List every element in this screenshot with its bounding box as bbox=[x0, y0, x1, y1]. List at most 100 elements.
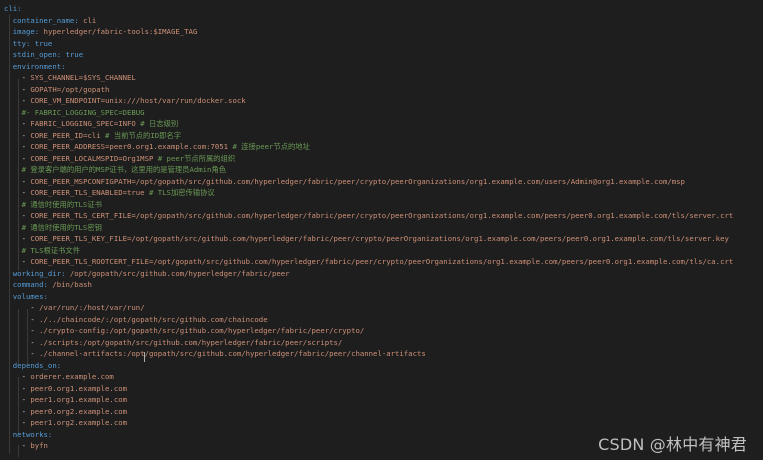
list-dash: - bbox=[4, 418, 31, 427]
yaml-value: hyperledger/fabric-tools:$IMAGE_TAG bbox=[39, 27, 198, 36]
yaml-comment: # 当前节点的ID即名字 bbox=[105, 130, 181, 140]
list-dash: - bbox=[4, 314, 40, 324]
yaml-key: working_dir: bbox=[4, 268, 66, 278]
code-line[interactable]: # 通信时使用的TLS密钥 bbox=[4, 222, 763, 234]
yaml-value: CORE_PEER_LOCALMSPID=Org1MSP bbox=[30, 153, 158, 163]
yaml-value: ./../chaincode/:/opt/gopath/src/github.c… bbox=[39, 314, 268, 324]
code-line[interactable]: # 登录客户端的用户的MSP证书，这里用的是管理员Admin角色 bbox=[4, 164, 763, 176]
yaml-key: tty: bbox=[4, 38, 31, 48]
list-dash: - bbox=[4, 372, 31, 381]
code-line[interactable]: - peer0.org1.example.com bbox=[4, 383, 763, 395]
yaml-value: CORE_PEER_ADDRESS=peer0.org1.example.com… bbox=[30, 142, 233, 151]
code-line[interactable]: - peer1.org2.example.com bbox=[4, 417, 763, 429]
yaml-key: volumes: bbox=[4, 291, 48, 301]
text-cursor bbox=[144, 352, 145, 362]
code-line[interactable]: cli: bbox=[4, 3, 763, 15]
yaml-value: SYS_CHANNEL=$SYS_CHANNEL bbox=[30, 73, 136, 82]
yaml-key: command: bbox=[4, 280, 48, 289]
code-line[interactable]: - peer0.org2.example.com bbox=[4, 406, 763, 418]
list-dash: - bbox=[4, 406, 31, 416]
yaml-value: CORE_VM_ENDPOINT=unix:///host/var/run/do… bbox=[30, 96, 246, 105]
code-line[interactable]: container_name: cli bbox=[4, 15, 763, 27]
code-line[interactable]: - CORE_PEER_MSPCONFIGPATH=/opt/gopath/sr… bbox=[4, 176, 763, 188]
code-line[interactable]: - CORE_PEER_TLS_ENABLED=true # TLS加密传输协议 bbox=[4, 187, 763, 199]
list-dash: - bbox=[4, 119, 31, 128]
yaml-value: CORE_PEER_MSPCONFIGPATH=/opt/gopath/src/… bbox=[30, 176, 685, 186]
list-dash: - bbox=[4, 130, 31, 140]
list-dash: - bbox=[4, 188, 31, 197]
code-line[interactable]: - CORE_PEER_ADDRESS=peer0.org1.example.c… bbox=[4, 141, 763, 153]
yaml-value: /var/run/:/host/var/run/ bbox=[39, 303, 145, 312]
code-line[interactable]: - CORE_PEER_LOCALMSPID=Org1MSP # peer节点所… bbox=[4, 153, 763, 165]
yaml-boolean: true bbox=[61, 50, 84, 59]
yaml-value: byfn bbox=[30, 441, 48, 450]
code-line[interactable]: - ./scripts:/opt/gopath/src/github.com/h… bbox=[4, 337, 763, 349]
code-line[interactable]: - CORE_PEER_TLS_KEY_FILE=/opt/gopath/src… bbox=[4, 233, 763, 245]
list-dash: - bbox=[4, 73, 31, 82]
yaml-key: cli: bbox=[4, 4, 22, 13]
code-line[interactable]: - ./channel-artifacts:/opt/gopath/src/gi… bbox=[4, 348, 763, 360]
code-line[interactable]: - /var/run/:/host/var/run/ bbox=[4, 302, 763, 314]
yaml-value: peer0.org1.example.com bbox=[30, 383, 128, 393]
code-line[interactable]: - ./crypto-config:/opt/gopath/src/github… bbox=[4, 325, 763, 337]
yaml-value: ./channel-artifacts:/opt/gopath/src/gith… bbox=[39, 349, 426, 358]
yaml-comment: # TLS加密传输协议 bbox=[148, 188, 215, 197]
yaml-value: FABRIC_LOGGING_SPEC=INFO bbox=[30, 119, 141, 128]
code-line[interactable]: #- FABRIC_LOGGING_SPEC=DEBUG bbox=[4, 107, 763, 119]
yaml-comment: # 登录客户端的用户的MSP证书，这里用的是管理员Admin角色 bbox=[4, 165, 227, 174]
code-line[interactable]: environment: bbox=[4, 61, 763, 73]
yaml-value: GOPATH=/opt/gopath bbox=[30, 84, 110, 94]
code-lines[interactable]: cli: container_name: cli image: hyperled… bbox=[4, 3, 763, 452]
code-line[interactable]: working_dir: /opt/gopath/src/github.com/… bbox=[4, 268, 763, 280]
code-line[interactable]: - FABRIC_LOGGING_SPEC=INFO # 日志级别 bbox=[4, 118, 763, 130]
list-dash: - bbox=[4, 441, 31, 450]
yaml-value: CORE_PEER_TLS_CERT_FILE=/opt/gopath/src/… bbox=[30, 211, 734, 220]
yaml-comment: # 日志级别 bbox=[140, 119, 179, 128]
list-dash: - bbox=[4, 349, 40, 358]
code-line[interactable]: image: hyperledger/fabric-tools:$IMAGE_T… bbox=[4, 26, 763, 38]
yaml-value: orderer.example.com bbox=[30, 372, 114, 381]
yaml-comment: # 通信时使用的TLS密钥 bbox=[4, 222, 102, 232]
code-line[interactable]: - ./../chaincode/:/opt/gopath/src/github… bbox=[4, 314, 763, 326]
yaml-value: /opt/gopath/src/github.com/hyperledger/f… bbox=[65, 268, 290, 278]
list-dash: - bbox=[4, 303, 40, 312]
yaml-key: stdin_open: bbox=[4, 50, 62, 59]
list-dash: - bbox=[4, 142, 31, 151]
yaml-value: CORE_PEER_TLS_ROOTCERT_FILE=/opt/gopath/… bbox=[30, 257, 734, 266]
code-line[interactable]: - GOPATH=/opt/gopath bbox=[4, 84, 763, 96]
list-dash: - bbox=[4, 257, 31, 266]
yaml-boolean: true bbox=[30, 38, 53, 48]
code-line[interactable]: - CORE_VM_ENDPOINT=unix:///host/var/run/… bbox=[4, 95, 763, 107]
yaml-value: peer1.org2.example.com bbox=[30, 418, 128, 427]
code-line[interactable]: - CORE_PEER_TLS_ROOTCERT_FILE=/opt/gopat… bbox=[4, 256, 763, 268]
code-line[interactable]: stdin_open: true bbox=[4, 49, 763, 61]
code-line[interactable]: - CORE_PEER_TLS_CERT_FILE=/opt/gopath/sr… bbox=[4, 210, 763, 222]
list-dash: - bbox=[4, 84, 31, 94]
code-editor[interactable]: cli: container_name: cli image: hyperled… bbox=[0, 0, 763, 460]
yaml-comment: # 通信时使用的TLS证书 bbox=[4, 199, 102, 209]
code-line[interactable]: - orderer.example.com bbox=[4, 371, 763, 383]
yaml-value: ./crypto-config:/opt/gopath/src/github.c… bbox=[39, 326, 365, 335]
yaml-comment: #- FABRIC_LOGGING_SPEC=DEBUG bbox=[4, 107, 145, 117]
yaml-value: CORE_PEER_ID=cli bbox=[30, 130, 106, 140]
yaml-key: networks: bbox=[4, 429, 53, 439]
list-dash: - bbox=[4, 96, 31, 105]
code-line[interactable]: command: /bin/bash bbox=[4, 279, 763, 291]
yaml-value: CORE_PEER_TLS_KEY_FILE=/opt/gopath/src/g… bbox=[30, 234, 729, 243]
code-line[interactable]: - CORE_PEER_ID=cli # 当前节点的ID即名字 bbox=[4, 130, 763, 142]
code-line[interactable]: - peer1.org1.example.com bbox=[4, 394, 763, 406]
yaml-comment: # 连接peer节点的地址 bbox=[232, 142, 310, 151]
code-line[interactable]: volumes: bbox=[4, 291, 763, 303]
yaml-value: CORE_PEER_TLS_ENABLED=true bbox=[30, 188, 149, 197]
code-line[interactable]: depends_on: bbox=[4, 360, 763, 372]
yaml-key: container_name: bbox=[4, 15, 79, 25]
watermark-text: CSDN @林中有神君 bbox=[598, 434, 747, 454]
yaml-value: peer0.org2.example.com bbox=[30, 406, 128, 416]
code-line[interactable]: tty: true bbox=[4, 38, 763, 50]
code-line[interactable]: # TLS根证书文件 bbox=[4, 245, 763, 257]
list-dash: - bbox=[4, 326, 40, 335]
yaml-value: ./scripts:/opt/gopath/src/github.com/hyp… bbox=[39, 337, 343, 347]
code-line[interactable]: # 通信时使用的TLS证书 bbox=[4, 199, 763, 211]
code-line[interactable]: - SYS_CHANNEL=$SYS_CHANNEL bbox=[4, 72, 763, 84]
yaml-value: /bin/bash bbox=[47, 280, 92, 289]
